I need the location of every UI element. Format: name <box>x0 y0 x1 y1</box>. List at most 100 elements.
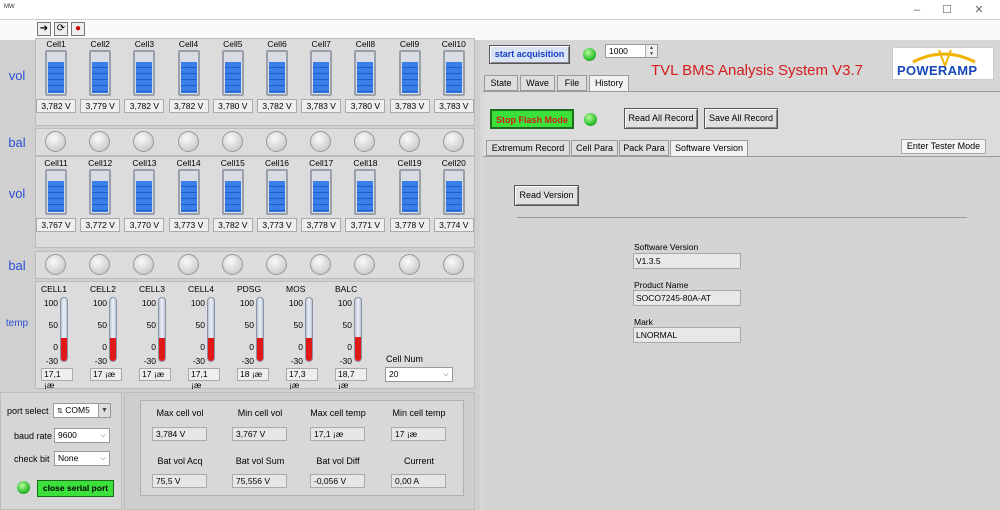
cell-name: Cell2 <box>90 39 110 49</box>
subtab-2[interactable]: Pack Para <box>619 140 669 156</box>
battery-level <box>92 180 109 212</box>
cell-voltage-9: Cell10 3,783 V <box>433 39 474 113</box>
cell-num-label: Cell Num <box>386 354 424 364</box>
cell-name: Cell13 <box>132 158 157 168</box>
toolbar <box>0 20 1000 40</box>
battery-level <box>48 61 64 93</box>
run-continuous-icon[interactable]: ⟳ <box>54 22 68 36</box>
cell-voltage-1: Cell2 3,779 V <box>80 39 121 113</box>
cell-voltage-value: 3,778 V <box>301 218 342 232</box>
updown-icon[interactable]: ⇅ <box>57 408 63 415</box>
thermometer-value: 17,3 ¡æ <box>286 368 318 390</box>
thermometer-tick: 0 <box>347 342 352 352</box>
subtab-1[interactable]: Cell Para <box>571 140 618 156</box>
battery-level <box>445 180 462 212</box>
save-all-record-button[interactable]: Save All Record <box>704 108 778 129</box>
abort-icon[interactable]: ● <box>71 22 85 36</box>
chevron-down-icon[interactable]: ⌵ <box>97 429 109 442</box>
chevron-down-icon[interactable]: ⌵ <box>440 368 452 381</box>
cell-voltage-0: Cell1 3,782 V <box>36 39 76 113</box>
thermometer-value: 17 ¡æ <box>139 368 171 381</box>
balance-indicator <box>398 254 420 275</box>
thermometer-tick: 50 <box>195 320 205 330</box>
cell-num-select[interactable]: 20 ⌵ <box>385 367 453 382</box>
stat-value: 75,556 V <box>232 474 287 488</box>
enter-tester-mode-button[interactable]: Enter Tester Mode <box>901 139 986 154</box>
thermometer-name: MOS <box>286 284 306 294</box>
acquisition-status-led <box>583 48 596 61</box>
balance-indicator <box>442 131 464 152</box>
port-select[interactable]: ⇅ COM5 ▼ <box>53 403 111 418</box>
cell-name: Cell9 <box>399 39 420 49</box>
temp-label: temp <box>5 318 29 329</box>
baud-rate-select[interactable]: 9600 ⌵ <box>54 428 110 443</box>
read-all-record-button[interactable]: Read All Record <box>624 108 698 129</box>
port-dropdown-icon[interactable]: ▼ <box>98 404 110 417</box>
cell-voltage-value: 3,782 V <box>168 99 209 113</box>
balance-indicator <box>221 131 243 152</box>
cell-voltage-value: 3,782 V <box>36 99 76 113</box>
battery-icon <box>354 50 377 96</box>
run-arrow-icon[interactable]: ➔ <box>37 22 51 36</box>
tab-wave[interactable]: Wave <box>520 75 555 91</box>
tab-file[interactable]: File <box>557 75 587 91</box>
cell-name: Cell5 <box>223 39 243 49</box>
read-version-button[interactable]: Read Version <box>514 185 579 206</box>
baud-rate-label: baud rate <box>14 431 53 441</box>
stat-header: Min cell vol <box>237 408 283 418</box>
check-bit-select[interactable]: None ⌵ <box>54 451 110 466</box>
bal-label-top: bal <box>8 135 26 150</box>
logo-text: POWERAMP <box>897 63 978 78</box>
vol-label-bottom: vol <box>8 186 26 201</box>
battery-icon <box>133 169 156 215</box>
cell-voltage-value: 3,772 V <box>80 218 121 232</box>
thermometer-tick: 0 <box>249 342 254 352</box>
cell-voltage-value: 3,773 V <box>168 218 209 232</box>
cell-voltage-value: 3,771 V <box>345 218 386 232</box>
chevron-down-icon[interactable]: ⌵ <box>97 452 109 465</box>
start-acquisition-button[interactable]: start acquisition <box>489 45 570 64</box>
close-icon[interactable]: ✕ <box>972 3 986 17</box>
stat-header: Bat vol Acq <box>157 456 203 466</box>
cell-voltage-6: Cell17 3,778 V <box>301 158 342 232</box>
cell-name: Cell14 <box>176 158 201 168</box>
flash-mode-led <box>584 113 597 126</box>
tab-state[interactable]: State <box>484 75 518 91</box>
battery-level <box>224 61 241 93</box>
battery-icon <box>398 169 421 215</box>
subtab-0[interactable]: Extremum Record <box>486 140 570 156</box>
close-serial-port-button[interactable]: close serial port <box>37 480 114 497</box>
cell-name: Cell18 <box>353 158 378 168</box>
cell-voltage-value: 3,774 V <box>433 218 474 232</box>
software-version-label: Software Version <box>634 242 699 252</box>
mark-label: Mark <box>634 317 653 327</box>
stat-value: 17,1 ¡æ <box>310 427 365 441</box>
stat-value: 3,767 V <box>232 427 287 441</box>
interval-input[interactable]: 1000 ▲ ▼ <box>605 44 658 58</box>
cell-voltage-1: Cell12 3,772 V <box>80 158 121 232</box>
app-title: TVL BMS Analysis System V3.7 <box>651 62 864 79</box>
balance-indicator <box>45 254 66 275</box>
thermometer-6: BALC 100 50 0 -30 18,7 ¡æ <box>332 284 392 390</box>
stop-flash-mode-button[interactable]: Stop Flash Mode <box>490 109 574 129</box>
spinner-icon[interactable]: ▲ ▼ <box>645 45 657 57</box>
thermometer-tick: -30 <box>45 356 58 366</box>
thermometer-name: CELL1 <box>41 284 67 294</box>
thermometer-tube <box>158 297 166 362</box>
battery-icon <box>45 50 67 96</box>
minimize-icon[interactable]: – <box>910 3 924 17</box>
cell-name: Cell8 <box>355 39 376 49</box>
battery-level <box>313 180 330 212</box>
subtab-3[interactable]: Software Version <box>670 140 748 156</box>
cell-name: Cell16 <box>264 158 290 168</box>
tab-history[interactable]: History <box>589 75 629 91</box>
poweramp-logo: POWERAMP <box>892 47 994 80</box>
battery-icon <box>442 50 465 96</box>
bal-label-bottom: bal <box>8 258 26 273</box>
balance-indicator <box>177 254 199 275</box>
thermometer-tick: 0 <box>151 342 156 352</box>
stat-header: Bat vol Diff <box>316 456 360 466</box>
cell-name: Cell7 <box>311 39 331 49</box>
maximize-icon[interactable]: ☐ <box>940 3 954 17</box>
serial-status-led <box>17 481 30 494</box>
